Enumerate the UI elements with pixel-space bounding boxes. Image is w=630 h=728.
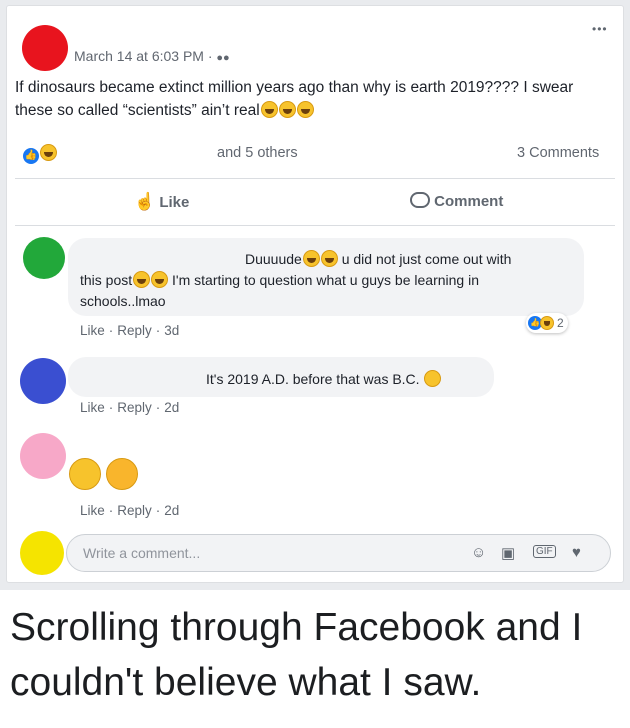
comment-time[interactable]: 3d xyxy=(164,323,179,338)
comment-like-link[interactable]: Like xyxy=(80,323,105,338)
comment-reactions-badge[interactable]: 👍 2 xyxy=(526,313,568,333)
my-avatar xyxy=(20,531,64,575)
comment-line: u did not just come out with xyxy=(341,251,512,267)
comment-reply-link[interactable]: Reply xyxy=(117,323,152,338)
reactions-summary[interactable]: and 5 others xyxy=(217,145,298,161)
like-reaction-icon: 👍 xyxy=(23,148,39,164)
caption-text: Scrolling through Facebook and I couldn'… xyxy=(10,606,583,704)
comment-time[interactable]: 2d xyxy=(164,400,179,415)
reaction-count: 2 xyxy=(557,316,564,330)
emoji-comment xyxy=(68,458,139,492)
commenter-avatar[interactable] xyxy=(20,358,66,404)
divider xyxy=(15,178,615,179)
commenter-avatar[interactable] xyxy=(23,237,65,279)
flushed-emoji-icon xyxy=(106,458,139,490)
post-text: If dinosaurs became extinct million year… xyxy=(15,76,605,122)
like-button-label: Like xyxy=(159,194,190,211)
comment-text: this post I'm starting to question what … xyxy=(80,270,479,291)
rofl-emoji-icon xyxy=(320,250,338,267)
comment-like-link[interactable]: Like xyxy=(80,400,105,415)
write-comment-input[interactable]: Write a comment... ☺ ▣ GIF ♥ xyxy=(66,534,611,572)
laughing-emoji-icon xyxy=(296,101,314,118)
comment-line: It's 2019 A.D. before that was B.C. xyxy=(206,371,420,387)
sticker-icon[interactable]: ♥ xyxy=(572,544,581,561)
rofl-emoji-icon xyxy=(302,250,320,267)
comment-actions: Like · Reply · 2d xyxy=(80,503,180,518)
eye-roll-emoji-icon xyxy=(69,458,101,490)
comment-line: I'm starting to question what u guys be … xyxy=(172,272,479,288)
laughing-emoji-icon xyxy=(260,101,278,118)
gif-icon[interactable]: GIF xyxy=(533,545,556,558)
thinking-emoji-icon xyxy=(424,370,442,387)
meta-separator: · xyxy=(207,48,213,64)
comment-line: Duuuude xyxy=(245,251,302,267)
rofl-emoji-icon xyxy=(151,271,169,288)
like-button[interactable]: ☝ Like xyxy=(134,192,189,212)
comment-button-label: Comment xyxy=(434,193,504,210)
more-options-icon[interactable]: ••• xyxy=(592,22,608,36)
comment-actions: Like · Reply · 3d xyxy=(80,323,180,338)
reaction-icons[interactable]: 👍 xyxy=(23,144,58,164)
comment-reply-link[interactable]: Reply xyxy=(117,503,152,518)
laughing-emoji-icon xyxy=(278,101,296,118)
comment-text: Duuuude u did not just come out with xyxy=(245,249,511,270)
audience-friends-icon[interactable]: ●● xyxy=(216,52,229,64)
comment-placeholder: Write a comment... xyxy=(83,545,201,561)
rofl-emoji-icon xyxy=(133,271,151,288)
gif-label: GIF xyxy=(536,546,553,557)
haha-reaction-icon xyxy=(40,144,58,161)
comment-text: It's 2019 A.D. before that was B.C. xyxy=(206,369,442,390)
speech-bubble-icon xyxy=(410,192,430,208)
comment-line: this post xyxy=(80,272,133,288)
commenter-avatar[interactable] xyxy=(20,433,66,479)
comment-reply-link[interactable]: Reply xyxy=(117,400,152,415)
comment-button[interactable]: Comment xyxy=(410,192,503,210)
post-timestamp[interactable]: March 14 at 6:03 PM xyxy=(74,48,204,64)
comment-text: schools..lmao xyxy=(80,293,166,309)
thumbs-up-icon: ☝ xyxy=(134,192,156,211)
comment-like-link[interactable]: Like xyxy=(80,503,105,518)
camera-icon[interactable]: ▣ xyxy=(501,544,515,562)
post-meta: March 14 at 6:03 PM · ●● xyxy=(74,48,230,64)
post-author-avatar[interactable] xyxy=(22,25,68,71)
emoji-picker-icon[interactable]: ☺ xyxy=(471,544,486,561)
divider xyxy=(15,225,615,226)
comment-actions: Like · Reply · 2d xyxy=(80,400,180,415)
comments-count[interactable]: 3 Comments xyxy=(517,145,599,161)
comment-time[interactable]: 2d xyxy=(164,503,179,518)
haha-reaction-icon xyxy=(540,316,554,330)
